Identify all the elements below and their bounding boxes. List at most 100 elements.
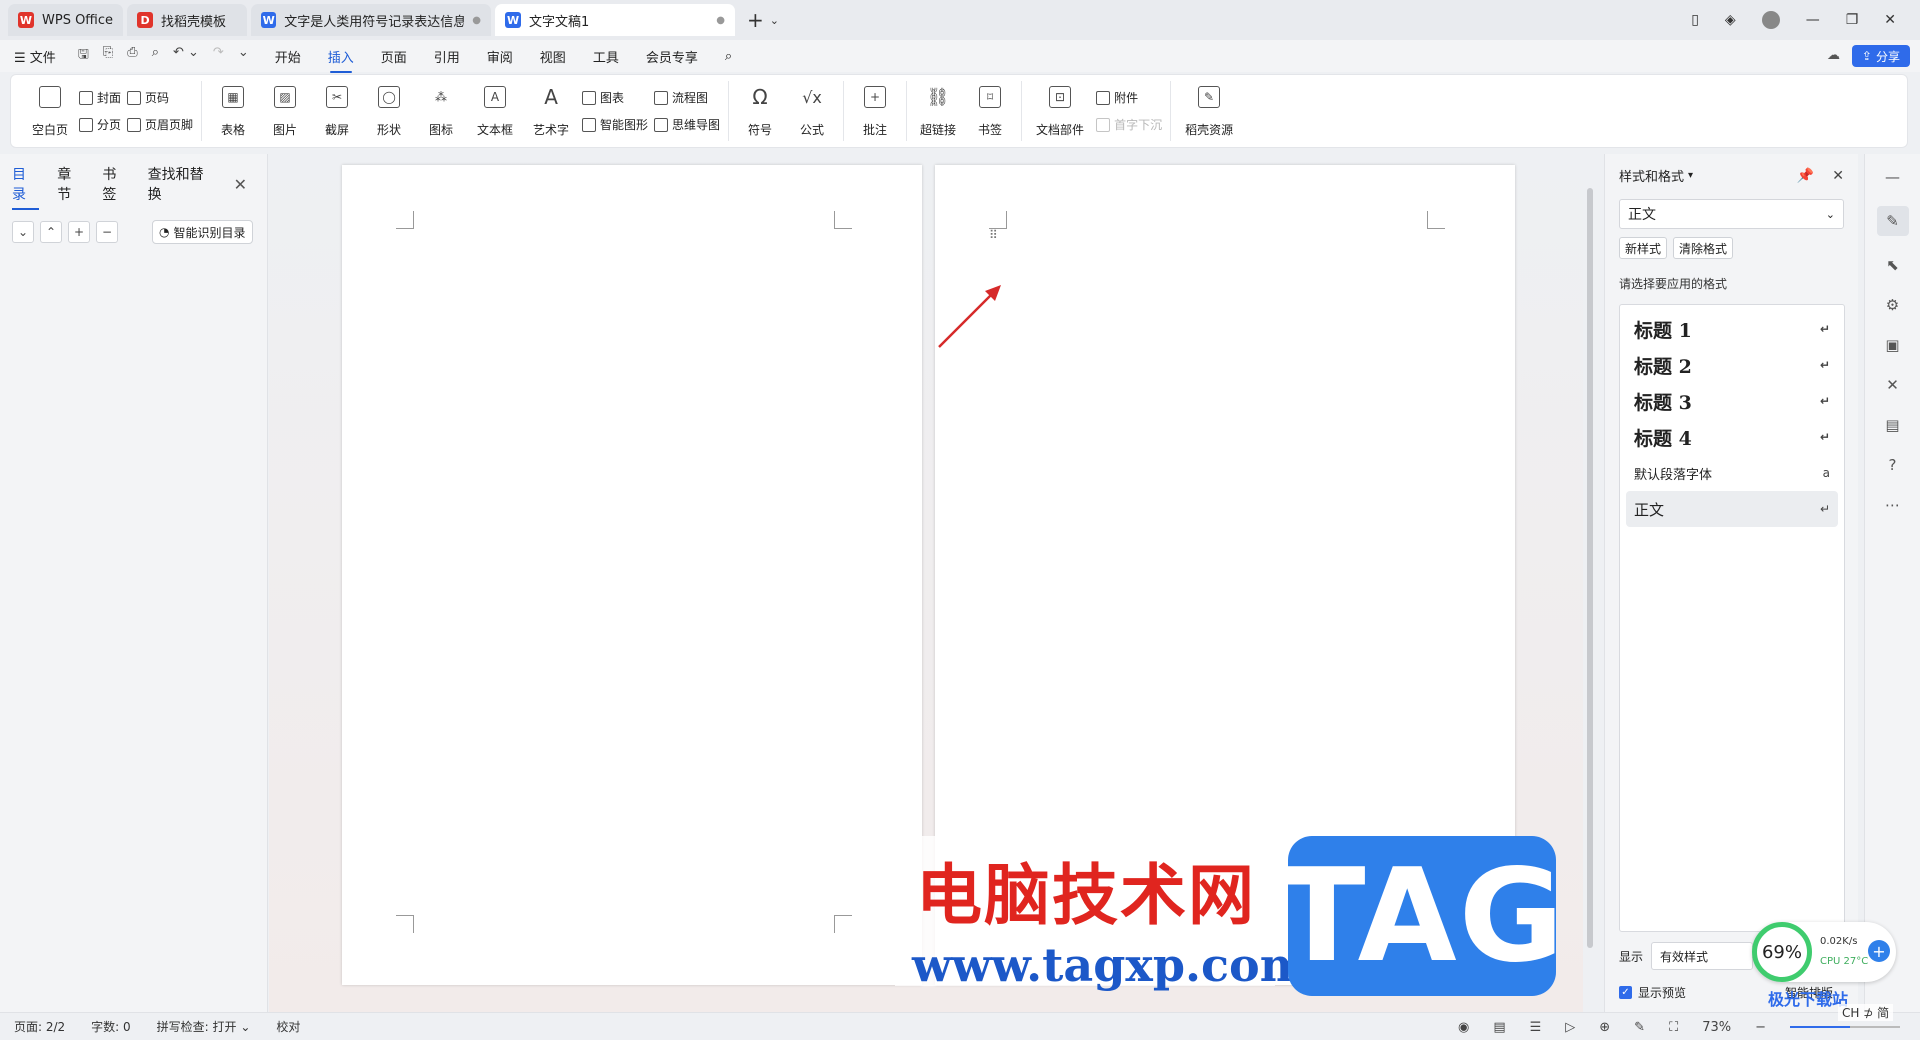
docer-resources-button[interactable]: ✎ 稻壳资源 xyxy=(1179,82,1239,140)
menu-page[interactable]: 页面 xyxy=(381,47,407,66)
chevron-up-icon[interactable]: ⌃ xyxy=(40,221,62,243)
pin-icon[interactable]: 📌 xyxy=(1797,168,1814,184)
table-button[interactable]: ▦ 表格 xyxy=(210,82,256,140)
page-view-icon[interactable]: ▤ xyxy=(1493,1020,1505,1035)
smart-toc-button[interactable]: ◔ 智能识别目录 xyxy=(152,220,253,244)
icon-button[interactable]: ⁂ 图标 xyxy=(418,82,464,140)
menu-view[interactable]: 视图 xyxy=(540,47,566,66)
hyperlink-button[interactable]: ⛓ 超链接 xyxy=(915,82,961,140)
save-icon[interactable]: 🖫 xyxy=(78,45,89,67)
attachment-button[interactable]: 附件 xyxy=(1096,89,1162,106)
new-tab-button[interactable]: + ⌄ xyxy=(747,6,779,34)
chevron-down-icon[interactable]: ▾ xyxy=(1688,170,1693,181)
clear-format-button[interactable]: 清除格式 xyxy=(1673,237,1734,259)
symbol-button[interactable]: Ω 符号 xyxy=(737,82,783,140)
pen-icon[interactable]: ✎ xyxy=(1876,206,1909,236)
menu-insert[interactable]: 插入 xyxy=(328,47,354,73)
image-edit-icon[interactable]: ▣ xyxy=(1882,334,1904,356)
style-item-heading-4[interactable]: 标题 4 ↵ xyxy=(1626,419,1838,455)
comment-button[interactable]: + 批注 xyxy=(852,82,898,140)
formula-button[interactable]: √x 公式 xyxy=(789,82,835,140)
book-icon[interactable]: ▤ xyxy=(1882,414,1904,436)
fit-icon[interactable]: ⛶ xyxy=(1669,1020,1678,1035)
screenshot-button[interactable]: ✂ 截屏 xyxy=(314,82,360,140)
zoom-out-icon[interactable]: − xyxy=(1755,1020,1766,1035)
page-number-button[interactable]: 页码 xyxy=(127,89,193,106)
tab-docer-templates[interactable]: D 找稻壳模板 xyxy=(127,4,248,36)
style-item-heading-1[interactable]: 标题 1 ↵ xyxy=(1626,311,1838,347)
styles-pane-title[interactable]: 样式和格式 xyxy=(1619,166,1684,185)
performance-widget[interactable]: 69% 0.02K/s CPU 27°C + xyxy=(1752,922,1896,982)
print-icon[interactable]: ⎙ xyxy=(127,45,137,67)
close-icon[interactable]: ✕ xyxy=(234,175,247,194)
new-style-button[interactable]: 新样式 xyxy=(1619,237,1668,259)
show-filter-select[interactable]: 有效样式 xyxy=(1651,942,1754,970)
smart-graphic-button[interactable]: 智能图形 xyxy=(582,116,648,133)
nav-tab-find-replace[interactable]: 查找和替换 xyxy=(148,164,216,204)
cloud-icon[interactable]: ☁ xyxy=(1827,48,1845,63)
shape-button[interactable]: ◯ 形状 xyxy=(366,82,412,140)
word-count[interactable]: 字数: 0 xyxy=(91,1018,131,1035)
nav-tab-bookmarks[interactable]: 书签 xyxy=(102,164,129,204)
more-icon[interactable]: ⋯ xyxy=(1882,494,1904,516)
export-icon[interactable]: ⎘ xyxy=(103,45,113,67)
style-item-default-font[interactable]: 默认段落字体 a xyxy=(1626,455,1838,491)
style-item-body[interactable]: 正文 ↵ xyxy=(1626,491,1838,527)
avatar[interactable] xyxy=(1761,11,1780,29)
close-icon[interactable]: ✕ xyxy=(1832,168,1844,184)
doc-parts-button[interactable]: ⊡ 文档部件 xyxy=(1030,82,1090,140)
cube-icon[interactable]: ◈ xyxy=(1725,12,1736,28)
page-indicator[interactable]: 页面: 2/2 xyxy=(14,1018,65,1035)
play-icon[interactable]: ▷ xyxy=(1565,1020,1575,1035)
vertical-scrollbar[interactable] xyxy=(1583,154,1597,1012)
nav-tab-sections[interactable]: 章节 xyxy=(57,164,84,204)
help-icon[interactable]: ? xyxy=(1882,454,1904,476)
chevron-down-icon[interactable]: ⌄ xyxy=(12,221,34,243)
redo-icon[interactable]: ↷ xyxy=(213,45,224,67)
tab-wps-office[interactable]: W WPS Office xyxy=(8,4,124,36)
picture-button[interactable]: ▨ 图片 xyxy=(262,82,308,140)
nav-tab-toc[interactable]: 目录 xyxy=(12,164,40,210)
chart-button[interactable]: 图表 xyxy=(582,89,648,106)
menu-review[interactable]: 审阅 xyxy=(487,47,513,66)
tab-close-icon[interactable]: ● xyxy=(716,15,725,26)
style-item-heading-3[interactable]: 标题 3 ↵ xyxy=(1626,383,1838,419)
current-style-select[interactable]: 正文 ⌄ xyxy=(1619,199,1844,229)
style-item-heading-2[interactable]: 标题 2 ↵ xyxy=(1626,347,1838,383)
print-preview-icon[interactable]: ⌕ xyxy=(152,45,159,67)
layout-icon[interactable]: ▯ xyxy=(1691,12,1699,28)
minus-icon[interactable]: − xyxy=(96,221,118,243)
web-view-icon[interactable]: ⊕ xyxy=(1599,1020,1610,1035)
flowchart-button[interactable]: 流程图 xyxy=(654,89,720,106)
textbox-button[interactable]: A 文本框 xyxy=(470,82,520,140)
tab-document-1[interactable]: W 文字文稿1 ● xyxy=(495,4,736,36)
select-cursor-icon[interactable]: ⬉ xyxy=(1882,254,1904,276)
proofread[interactable]: 校对 xyxy=(276,1018,300,1035)
share-button[interactable]: ⇪ 分享 xyxy=(1851,45,1910,67)
menu-member[interactable]: 会员专享 xyxy=(646,47,698,66)
adjust-icon[interactable]: ⚙ xyxy=(1882,294,1904,316)
tab-document-2[interactable]: W 文字是人类用符号记录表达信息以 ● xyxy=(251,4,492,36)
tab-close-icon[interactable]: ● xyxy=(472,15,481,26)
plus-icon[interactable]: + xyxy=(1868,940,1890,962)
blank-page-button[interactable]: 空白页 xyxy=(27,82,73,140)
close-icon[interactable]: ✕ xyxy=(1884,12,1896,28)
plus-icon[interactable]: + xyxy=(68,221,90,243)
outline-view-icon[interactable]: ☰ xyxy=(1530,1020,1542,1035)
search-icon[interactable]: ⌕ xyxy=(725,49,732,64)
page-1[interactable] xyxy=(342,165,922,985)
menu-references[interactable]: 引用 xyxy=(434,47,460,66)
file-menu[interactable]: ☰ 文件 xyxy=(14,47,56,66)
page-break-button[interactable]: 分页 xyxy=(79,116,121,133)
header-footer-button[interactable]: 页眉页脚 xyxy=(127,116,193,133)
preview-toggle[interactable]: ✓ 显示预览 xyxy=(1619,984,1686,1001)
zoom-slider[interactable] xyxy=(1790,1026,1900,1028)
cover-button[interactable]: 封面 xyxy=(79,89,121,106)
wordart-button[interactable]: A 艺术字 xyxy=(526,82,576,140)
scrollbar-thumb[interactable] xyxy=(1587,188,1593,948)
restore-icon[interactable]: ❐ xyxy=(1846,12,1859,28)
drag-handle-icon[interactable]: ⠿ xyxy=(989,229,998,241)
more-chevron-icon[interactable]: ⌄ xyxy=(238,45,249,67)
mindmap-button[interactable]: 思维导图 xyxy=(654,116,720,133)
pen-icon[interactable]: ✎ xyxy=(1634,1020,1645,1035)
